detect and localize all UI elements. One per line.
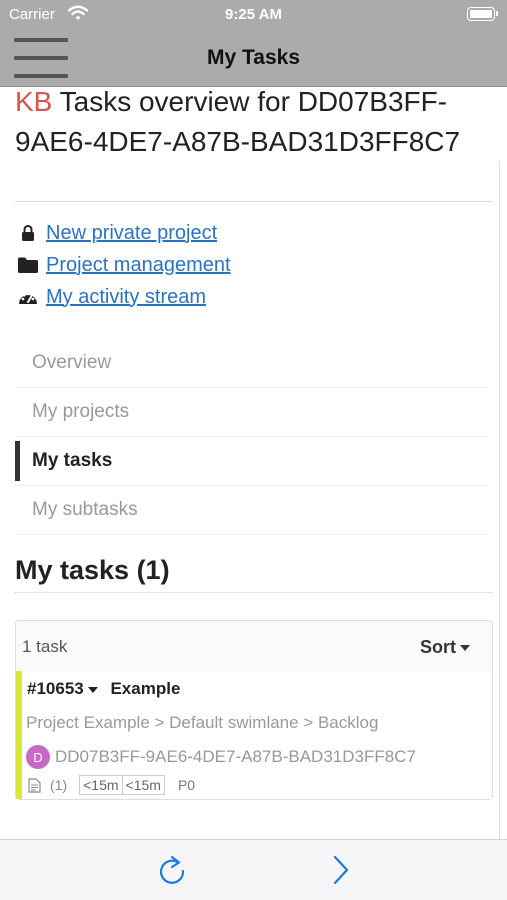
priority-label: P0 <box>177 777 196 793</box>
kanboard-logo[interactable]: KB <box>15 87 52 117</box>
task-heading: #10653 Example <box>27 679 180 699</box>
status-bar: Carrier 9:25 AM <box>0 0 507 30</box>
lock-icon <box>18 223 38 243</box>
scroll-rail <box>499 161 500 839</box>
folder-icon <box>18 255 38 275</box>
action-my-activity-stream[interactable]: My activity stream <box>15 281 231 313</box>
clock-time: 9:25 AM <box>225 6 282 23</box>
section-title: My tasks (1) <box>15 555 170 585</box>
sort-label: Sort <box>420 637 456 657</box>
action-new-private-project[interactable]: New private project <box>15 217 231 249</box>
action-list: New private project Project management M… <box>15 217 231 313</box>
caret-down-icon <box>460 645 470 652</box>
action-project-management[interactable]: Project management <box>15 249 231 281</box>
task-title[interactable]: Example <box>110 679 180 698</box>
file-count: (1) <box>50 777 68 793</box>
task-id-dropdown[interactable]: #10653 <box>27 679 98 698</box>
task-path: Project Example > Default swimlane > Bac… <box>26 713 379 732</box>
refresh-icon[interactable] <box>157 854 187 886</box>
task-id: #10653 <box>27 679 84 698</box>
page-title: KB Tasks overview for DD07B3FF-9AE6-4DE7… <box>15 87 485 162</box>
menu-item-my-projects[interactable]: My projects <box>15 388 488 437</box>
menu-item-my-subtasks[interactable]: My subtasks <box>15 486 488 535</box>
task-list-panel: 1 task Sort #10653 Example Project Examp… <box>15 620 493 800</box>
title-divider <box>15 201 493 202</box>
file-icon <box>28 777 41 793</box>
side-menu: Overview My projects My tasks My subtask… <box>15 339 488 535</box>
task-meta: (1) <15m <15m P0 <box>28 775 195 795</box>
my-activity-stream-link[interactable]: My activity stream <box>46 286 206 309</box>
task-list-header: 1 task Sort <box>16 621 492 672</box>
section-divider <box>15 592 493 593</box>
menu-item-my-tasks[interactable]: My tasks <box>15 437 488 486</box>
project-management-link[interactable]: Project management <box>46 254 231 277</box>
battery-icon <box>467 7 498 21</box>
time-spent-badge: <15m <box>121 775 165 795</box>
dashboard-icon <box>18 287 38 307</box>
main-content: KB Tasks overview for DD07B3FF-9AE6-4DE7… <box>0 87 507 839</box>
nav-title: My Tasks <box>207 46 300 69</box>
task-assignee: D DD07B3FF-9AE6-4DE7-A87B-BAD31D3FF8C7 <box>26 745 416 769</box>
bottom-toolbar <box>0 839 507 900</box>
assignee-name: DD07B3FF-9AE6-4DE7-A87B-BAD31D3FF8C7 <box>55 747 416 766</box>
navigation-bar: My Tasks <box>0 30 507 87</box>
time-estimated-badge: <15m <box>79 775 123 795</box>
task-count: 1 task <box>22 637 68 656</box>
task-card[interactable]: #10653 Example Project Example > Default… <box>16 671 492 799</box>
avatar: D <box>26 745 50 769</box>
page-title-text: Tasks overview for DD07B3FF-9AE6-4DE7-A8… <box>15 87 461 157</box>
new-private-project-link[interactable]: New private project <box>46 222 217 245</box>
menu-item-overview[interactable]: Overview <box>15 339 488 388</box>
sort-dropdown[interactable]: Sort <box>420 637 470 658</box>
chevron-right-icon[interactable] <box>330 854 352 886</box>
caret-down-icon <box>87 686 98 693</box>
